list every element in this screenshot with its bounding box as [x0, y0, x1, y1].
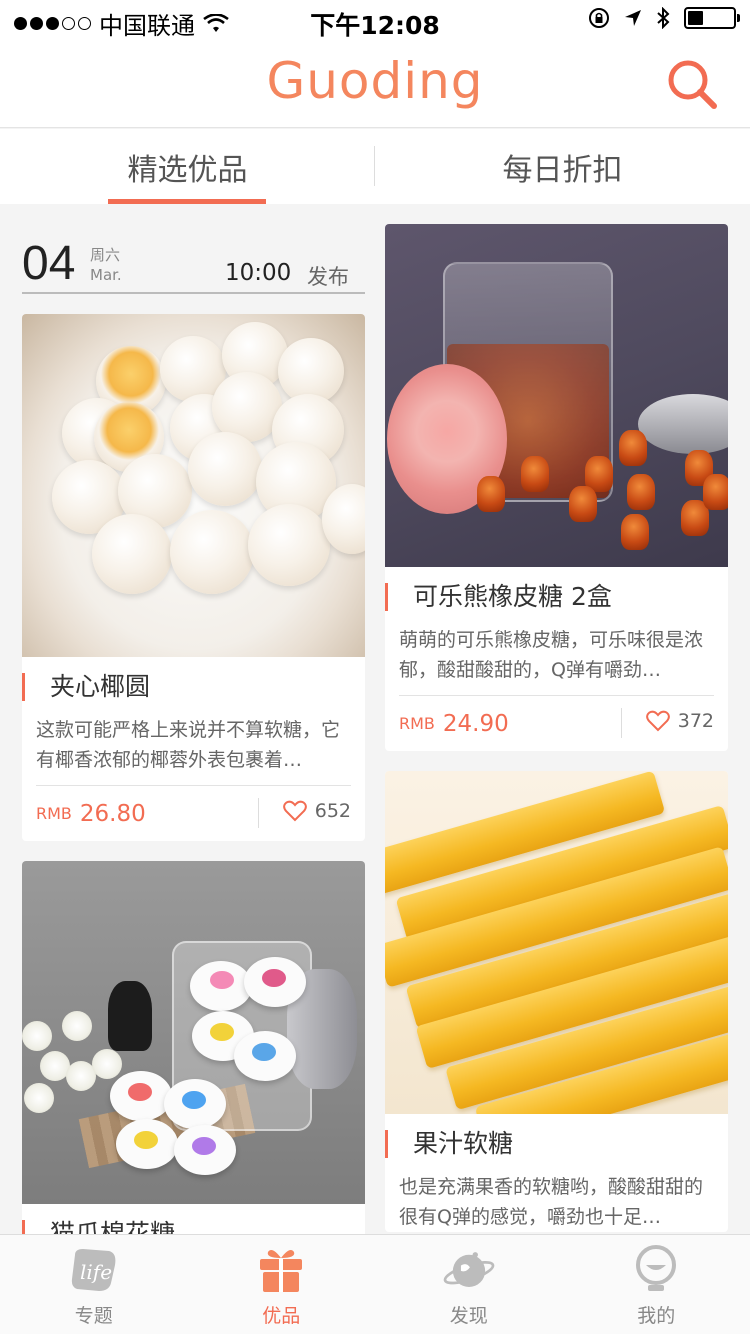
tabbar-item-products[interactable]: 优品: [188, 1235, 376, 1334]
tab-featured-label: 精选优品: [127, 152, 248, 188]
rotation-lock-icon: [589, 8, 609, 28]
planet-icon: [443, 1245, 495, 1295]
tabbar-item-topics[interactable]: life 专题: [0, 1235, 188, 1334]
product-price: 26.80: [79, 800, 146, 827]
date-day: 04: [22, 237, 76, 290]
heart-icon: [645, 710, 670, 732]
profile-icon: [630, 1245, 682, 1295]
product-title: 果汁软糖: [385, 1128, 714, 1160]
app-header: Guoding: [0, 40, 750, 128]
product-title: 夹心椰圆: [22, 671, 351, 703]
product-description: 这款可能严格上来说并不算软糖，它有椰香浓郁的椰蓉外表包裹着…: [36, 719, 341, 771]
product-image-fruit-gummy[interactable]: [385, 771, 728, 1114]
product-footer: RMB 24.90 372: [399, 695, 714, 751]
category-tabs: 精选优品 每日折扣: [0, 129, 750, 204]
like-count: 372: [677, 710, 714, 732]
product-card-coconut[interactable]: 夹心椰圆 这款可能严格上来说并不算软糖，它有椰香浓郁的椰蓉外表包裹着… RMB …: [22, 314, 365, 841]
publish-label: 发布: [307, 265, 349, 289]
bluetooth-icon: [657, 7, 670, 29]
heart-icon: [282, 800, 307, 822]
feed-column-right: 可乐熊橡皮糖 2盒 萌萌的可乐熊橡皮糖，可乐味很是浓郁，酸甜酸甜的，Q弹有嚼劲……: [385, 224, 728, 1234]
product-image-cat-marshmallow[interactable]: [22, 861, 365, 1204]
svg-text:life: life: [80, 1260, 112, 1284]
feed-column-left: 04 周六 Mar. 10:00 发布 夹心椰圆 这款可能严格上来说并不算软糖，…: [22, 204, 365, 1234]
product-image-cola-bear[interactable]: [385, 224, 728, 567]
tab-divider: [374, 146, 375, 186]
tab-daily-discount-label: 每日折扣: [502, 152, 623, 188]
tabbar-item-discover[interactable]: 发现: [375, 1235, 563, 1334]
tab-daily-discount[interactable]: 每日折扣: [375, 129, 750, 204]
like-button[interactable]: 652: [282, 800, 351, 822]
like-count: 652: [314, 800, 351, 822]
price-currency: RMB: [36, 804, 72, 823]
publish-date-header: 04 周六 Mar. 10:00 发布: [22, 204, 365, 294]
date-month: Mar.: [90, 266, 122, 284]
product-price: 24.90: [442, 710, 509, 737]
publish-time: 10:00: [225, 260, 292, 286]
gift-icon: [255, 1245, 307, 1295]
product-card-cola-bear[interactable]: 可乐熊橡皮糖 2盒 萌萌的可乐熊橡皮糖，可乐味很是浓郁，酸甜酸甜的，Q弹有嚼劲……: [385, 224, 728, 751]
tabbar-label-topics: 专题: [74, 1305, 113, 1327]
life-icon: life: [68, 1245, 120, 1295]
tabbar-label-discover: 发现: [449, 1305, 488, 1327]
search-icon[interactable]: [664, 56, 720, 112]
product-title: 猫爪棉花糖: [22, 1218, 351, 1234]
price-currency: RMB: [399, 714, 435, 733]
product-card-cat-marshmallow[interactable]: 猫爪棉花糖: [22, 861, 365, 1234]
tabbar-label-profile: 我的: [637, 1305, 676, 1327]
product-feed[interactable]: 04 周六 Mar. 10:00 发布 夹心椰圆 这款可能严格上来说并不算软糖，…: [0, 204, 750, 1234]
date-weekday: 周六: [90, 246, 121, 264]
product-description: 萌萌的可乐熊橡皮糖，可乐味很是浓郁，酸甜酸甜的，Q弹有嚼劲…: [399, 629, 704, 681]
status-right: [588, 7, 740, 29]
battery-icon: [684, 7, 740, 29]
product-card-fruit-gummy[interactable]: 果汁软糖 也是充满果香的软糖哟，酸酸甜甜的很有Q弹的感觉，嚼劲也十足…: [385, 771, 728, 1232]
tab-featured[interactable]: 精选优品: [0, 129, 375, 204]
product-image-coconut[interactable]: [22, 314, 365, 657]
tabbar-label-products: 优品: [262, 1305, 301, 1327]
product-description: 也是充满果香的软糖哟，酸酸甜甜的很有Q弹的感觉，嚼劲也十足…: [399, 1176, 704, 1228]
bottom-tab-bar: life 专题 优品 发现 我的: [0, 1234, 750, 1334]
status-bar: 中国联通 下午12:08: [0, 0, 750, 40]
product-footer: RMB 26.80 652: [36, 785, 351, 841]
product-title: 可乐熊橡皮糖 2盒: [385, 581, 714, 613]
tabbar-item-profile[interactable]: 我的: [563, 1235, 750, 1334]
app-logo: Guoding: [266, 52, 484, 110]
like-button[interactable]: 372: [645, 710, 714, 732]
location-icon: [625, 10, 641, 26]
